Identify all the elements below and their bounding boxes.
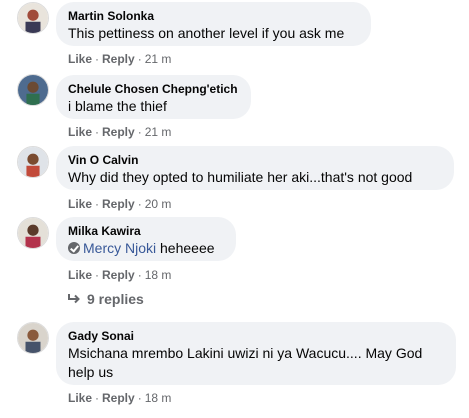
timestamp[interactable]: 18 m <box>145 391 172 405</box>
timestamp[interactable]: 20 m <box>145 197 172 211</box>
comment-bubble: Martin Solonka This pettiness on another… <box>56 2 371 46</box>
comment-author[interactable]: Milka Kawira <box>68 223 224 239</box>
comment-actions: Like · Reply · 20 m <box>68 197 171 211</box>
timestamp[interactable]: 18 m <box>145 268 172 282</box>
mention-link[interactable]: Mercy Njoki <box>83 240 156 256</box>
reply-button[interactable]: Reply <box>102 125 135 139</box>
separator: · <box>137 125 142 139</box>
timestamp[interactable]: 21 m <box>145 125 172 139</box>
reply-arrow-icon <box>67 290 81 308</box>
like-button[interactable]: Like <box>68 391 92 405</box>
comment-text: This pettiness on another level if you a… <box>68 25 345 41</box>
comment-bubble: Milka Kawira Mercy Njoki heheeee <box>56 217 236 261</box>
comment-text: help us <box>68 364 114 380</box>
replies-count: 9 replies <box>87 291 144 307</box>
separator: · <box>95 197 100 211</box>
reply-button[interactable]: Reply <box>102 391 135 405</box>
reply-button[interactable]: Reply <box>102 268 135 282</box>
comment-bubble: Gady Sonai Msichana mrembo Lakini uwizi … <box>56 322 456 385</box>
separator: · <box>95 268 100 282</box>
like-button[interactable]: Like <box>68 125 92 139</box>
avatar[interactable] <box>17 2 49 34</box>
reply-button[interactable]: Reply <box>102 52 135 66</box>
like-button[interactable]: Like <box>68 52 92 66</box>
avatar[interactable] <box>17 146 49 178</box>
view-replies-link[interactable]: 9 replies <box>67 290 144 308</box>
separator: · <box>137 197 142 211</box>
comment-text: i blame the thief <box>68 98 167 114</box>
comment-actions: Like · Reply · 18 m <box>68 268 171 282</box>
timestamp[interactable]: 21 m <box>145 52 172 66</box>
comment-bubble: Chelule Chosen Chepng'etich i blame the … <box>56 75 251 119</box>
like-button[interactable]: Like <box>68 268 92 282</box>
comment-actions: Like · Reply · 21 m <box>68 125 171 139</box>
comment-actions: Like · Reply · 18 m <box>68 391 171 405</box>
comment-author[interactable]: Martin Solonka <box>68 8 359 24</box>
separator: · <box>137 391 142 405</box>
avatar[interactable] <box>17 217 49 249</box>
avatar[interactable] <box>17 322 49 354</box>
like-button[interactable]: Like <box>68 197 92 211</box>
separator: · <box>95 125 100 139</box>
comment-actions: Like · Reply · 21 m <box>68 52 171 66</box>
comment-text: Msichana mrembo Lakini uwizi ni ya Wacuc… <box>68 345 423 361</box>
mention-check-icon <box>68 242 80 254</box>
reply-button[interactable]: Reply <box>102 197 135 211</box>
comment-text: Mercy Njoki heheeee <box>68 239 224 258</box>
comment-author[interactable]: Chelule Chosen Chepng'etich <box>68 81 239 97</box>
avatar[interactable] <box>17 74 49 106</box>
comment-text-rest: heheeee <box>156 240 215 256</box>
separator: · <box>95 52 100 66</box>
comment-author[interactable]: Gady Sonai <box>68 328 444 344</box>
comment-bubble: Vin O Calvin Why did they opted to humil… <box>56 146 454 190</box>
separator: · <box>137 52 142 66</box>
separator: · <box>95 391 100 405</box>
comment-text: Why did they opted to humiliate her aki.… <box>68 169 413 185</box>
comment-author[interactable]: Vin O Calvin <box>68 152 442 168</box>
separator: · <box>137 268 142 282</box>
